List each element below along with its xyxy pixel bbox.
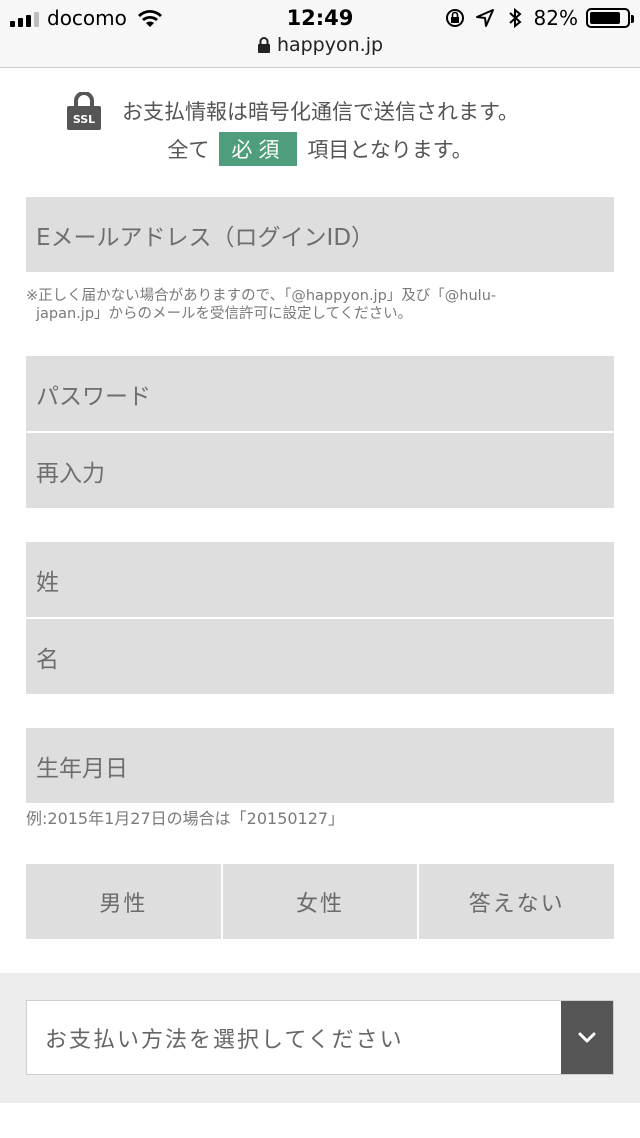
email-placeholder: Eメールアドレス（ログインID） <box>36 224 375 251</box>
status-bar: docomo 12:49 82% happyon.jp <box>0 0 640 68</box>
battery-percent: 82% <box>533 6 578 30</box>
gender-female-button[interactable]: 女性 <box>222 864 418 939</box>
birthdate-placeholder: 生年月日 <box>36 755 128 782</box>
status-right: 82% <box>444 6 634 30</box>
bluetooth-icon <box>508 7 522 29</box>
first-name-placeholder: 名 <box>36 646 59 673</box>
last-name-input[interactable]: 姓 <box>26 542 614 617</box>
password-input[interactable]: パスワード <box>26 356 614 431</box>
birthdate-input[interactable]: 生年月日 <box>26 728 614 803</box>
dropdown-arrow[interactable] <box>561 1001 613 1074</box>
password-placeholder: パスワード <box>36 383 151 410</box>
password-confirm-placeholder: 再入力 <box>36 460 105 487</box>
payment-section: お支払い方法を選択してください <box>0 973 640 1103</box>
required-notice: 全て 必須 項目となります。 <box>0 132 640 166</box>
required-badge: 必須 <box>219 132 298 166</box>
email-hint-line1: ※正しく届かない場合がありますので、「@happyon.jp」及び「@hulu- <box>26 288 497 304</box>
gender-male-button[interactable]: 男性 <box>26 864 221 939</box>
ssl-notice: SSL お支払情報は暗号化通信で送信されます。 全て 必須 項目となります。 <box>0 92 640 172</box>
birthdate-hint: 例:2015年1月27日の場合は「20150127」 <box>26 809 345 828</box>
first-name-input[interactable]: 名 <box>26 619 614 694</box>
password-confirm-input[interactable]: 再入力 <box>26 433 614 508</box>
email-input[interactable]: Eメールアドレス（ログインID） <box>26 197 614 272</box>
rotation-lock-icon <box>445 9 464 27</box>
last-name-placeholder: 姓 <box>36 569 59 596</box>
required-suffix: 項目となります。 <box>307 138 473 162</box>
required-prefix: 全て <box>167 138 210 162</box>
email-hint-line2: japan.jp」からのメールを受信許可に設定してください。 <box>36 306 413 322</box>
payment-method-label: お支払い方法を選択してください <box>45 1027 404 1053</box>
url-text: happyon.jp <box>276 34 384 56</box>
ssl-badge-text: SSL <box>73 113 95 126</box>
location-icon <box>475 9 494 27</box>
gender-no-answer-button[interactable]: 答えない <box>419 864 615 939</box>
ssl-lock-icon: SSL <box>67 92 101 130</box>
gender-selector: 男性 女性 答えない <box>26 864 615 939</box>
ssl-notice-text: お支払情報は暗号化通信で送信されます。 <box>122 100 519 124</box>
chevron-down-icon <box>578 1032 596 1042</box>
address-bar[interactable]: happyon.jp <box>0 34 640 56</box>
email-hint: ※正しく届かない場合がありますので、「@happyon.jp」及び「@hulu-… <box>26 287 496 323</box>
payment-method-select[interactable]: お支払い方法を選択してください <box>26 1000 614 1075</box>
battery-icon <box>586 8 634 28</box>
lock-icon <box>257 37 270 53</box>
